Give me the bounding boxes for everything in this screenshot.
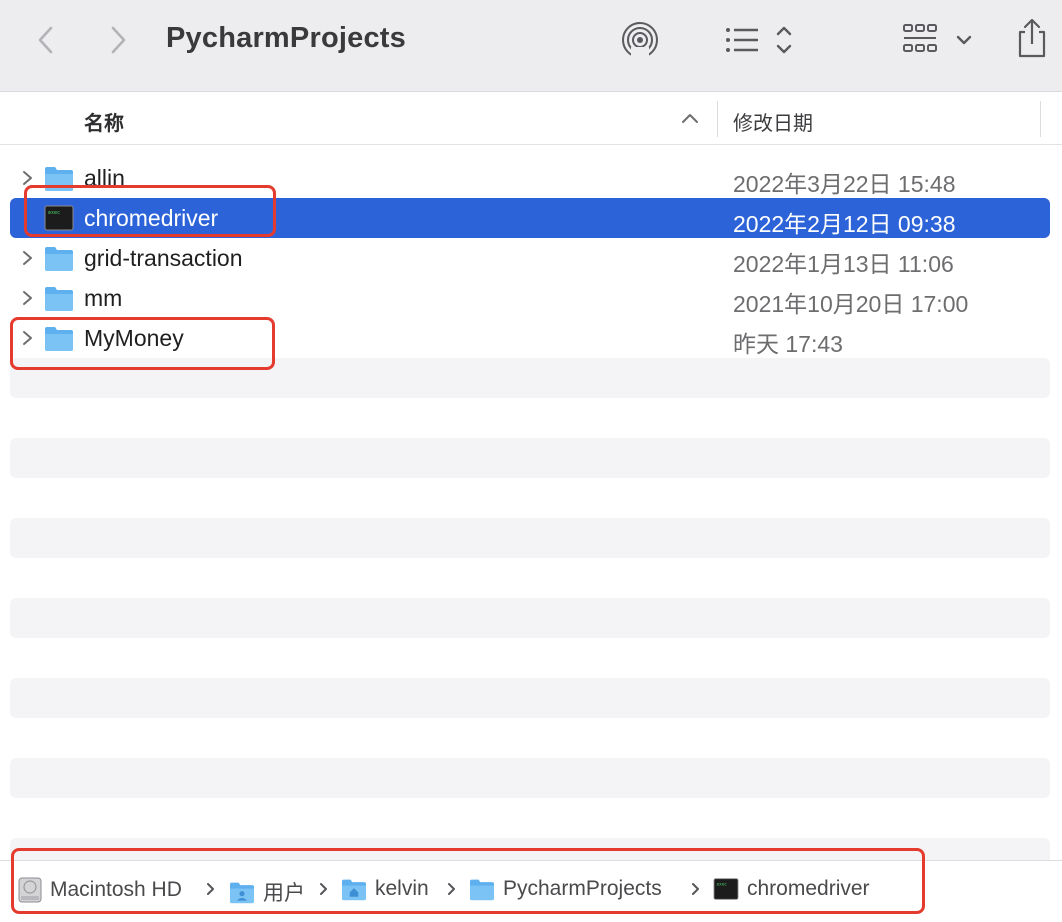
empty-row <box>10 758 1050 798</box>
name-column-header[interactable]: 名称 <box>84 107 124 136</box>
disclosure-triangle-icon[interactable] <box>20 290 34 311</box>
empty-row <box>10 558 1050 598</box>
file-name: mm <box>84 285 123 311</box>
airdrop-icon <box>622 22 658 59</box>
list-view-button[interactable] <box>722 22 798 58</box>
annotation-box-path-bar <box>11 848 925 914</box>
file-date: 昨天 17:43 <box>733 331 843 357</box>
empty-row <box>10 798 1050 838</box>
file-date: 2021年10月20日 17:00 <box>733 291 969 317</box>
empty-row <box>10 398 1050 438</box>
empty-row <box>10 518 1050 558</box>
back-button[interactable] <box>28 22 64 58</box>
group-view-button[interactable] <box>900 22 976 58</box>
toolbar: PycharmProjects <box>0 0 1062 92</box>
file-row-mm[interactable]: mm 2021年10月20日 17:00 <box>10 278 1050 318</box>
empty-row <box>10 638 1050 678</box>
chevron-left-icon <box>38 26 53 54</box>
airdrop-button[interactable] <box>620 20 660 60</box>
empty-row <box>10 478 1050 518</box>
file-date: 2022年2月12日 09:38 <box>733 211 956 237</box>
folder-icon <box>45 287 73 311</box>
annotation-box-chromedriver <box>24 185 276 237</box>
share-button[interactable] <box>1012 16 1052 60</box>
column-divider[interactable] <box>1040 101 1041 137</box>
empty-row <box>10 438 1050 478</box>
folder-icon <box>45 247 73 271</box>
forward-button[interactable] <box>100 22 136 58</box>
file-name: grid-transaction <box>84 245 243 271</box>
file-list: allin 2022年3月22日 15:48 exec chromedriver… <box>10 158 1050 900</box>
file-date: 2022年3月22日 15:48 <box>733 171 956 197</box>
empty-row <box>10 678 1050 718</box>
window-title: PycharmProjects <box>166 22 406 54</box>
annotation-box-mymoney <box>10 317 275 370</box>
date-modified-column-header[interactable]: 修改日期 <box>733 107 813 136</box>
list-icon <box>726 26 792 54</box>
sort-ascending-icon[interactable] <box>680 111 700 130</box>
column-divider[interactable] <box>717 101 718 137</box>
empty-row <box>10 718 1050 758</box>
grid-icon <box>903 24 972 52</box>
file-date: 2022年1月13日 11:06 <box>733 251 954 277</box>
chevron-right-icon <box>111 26 126 54</box>
share-icon <box>1018 18 1046 58</box>
file-row-grid-transaction[interactable]: grid-transaction 2022年1月13日 11:06 <box>10 238 1050 278</box>
disclosure-triangle-icon[interactable] <box>20 250 34 271</box>
column-header: 名称 修改日期 <box>0 93 1062 145</box>
empty-row <box>10 598 1050 638</box>
